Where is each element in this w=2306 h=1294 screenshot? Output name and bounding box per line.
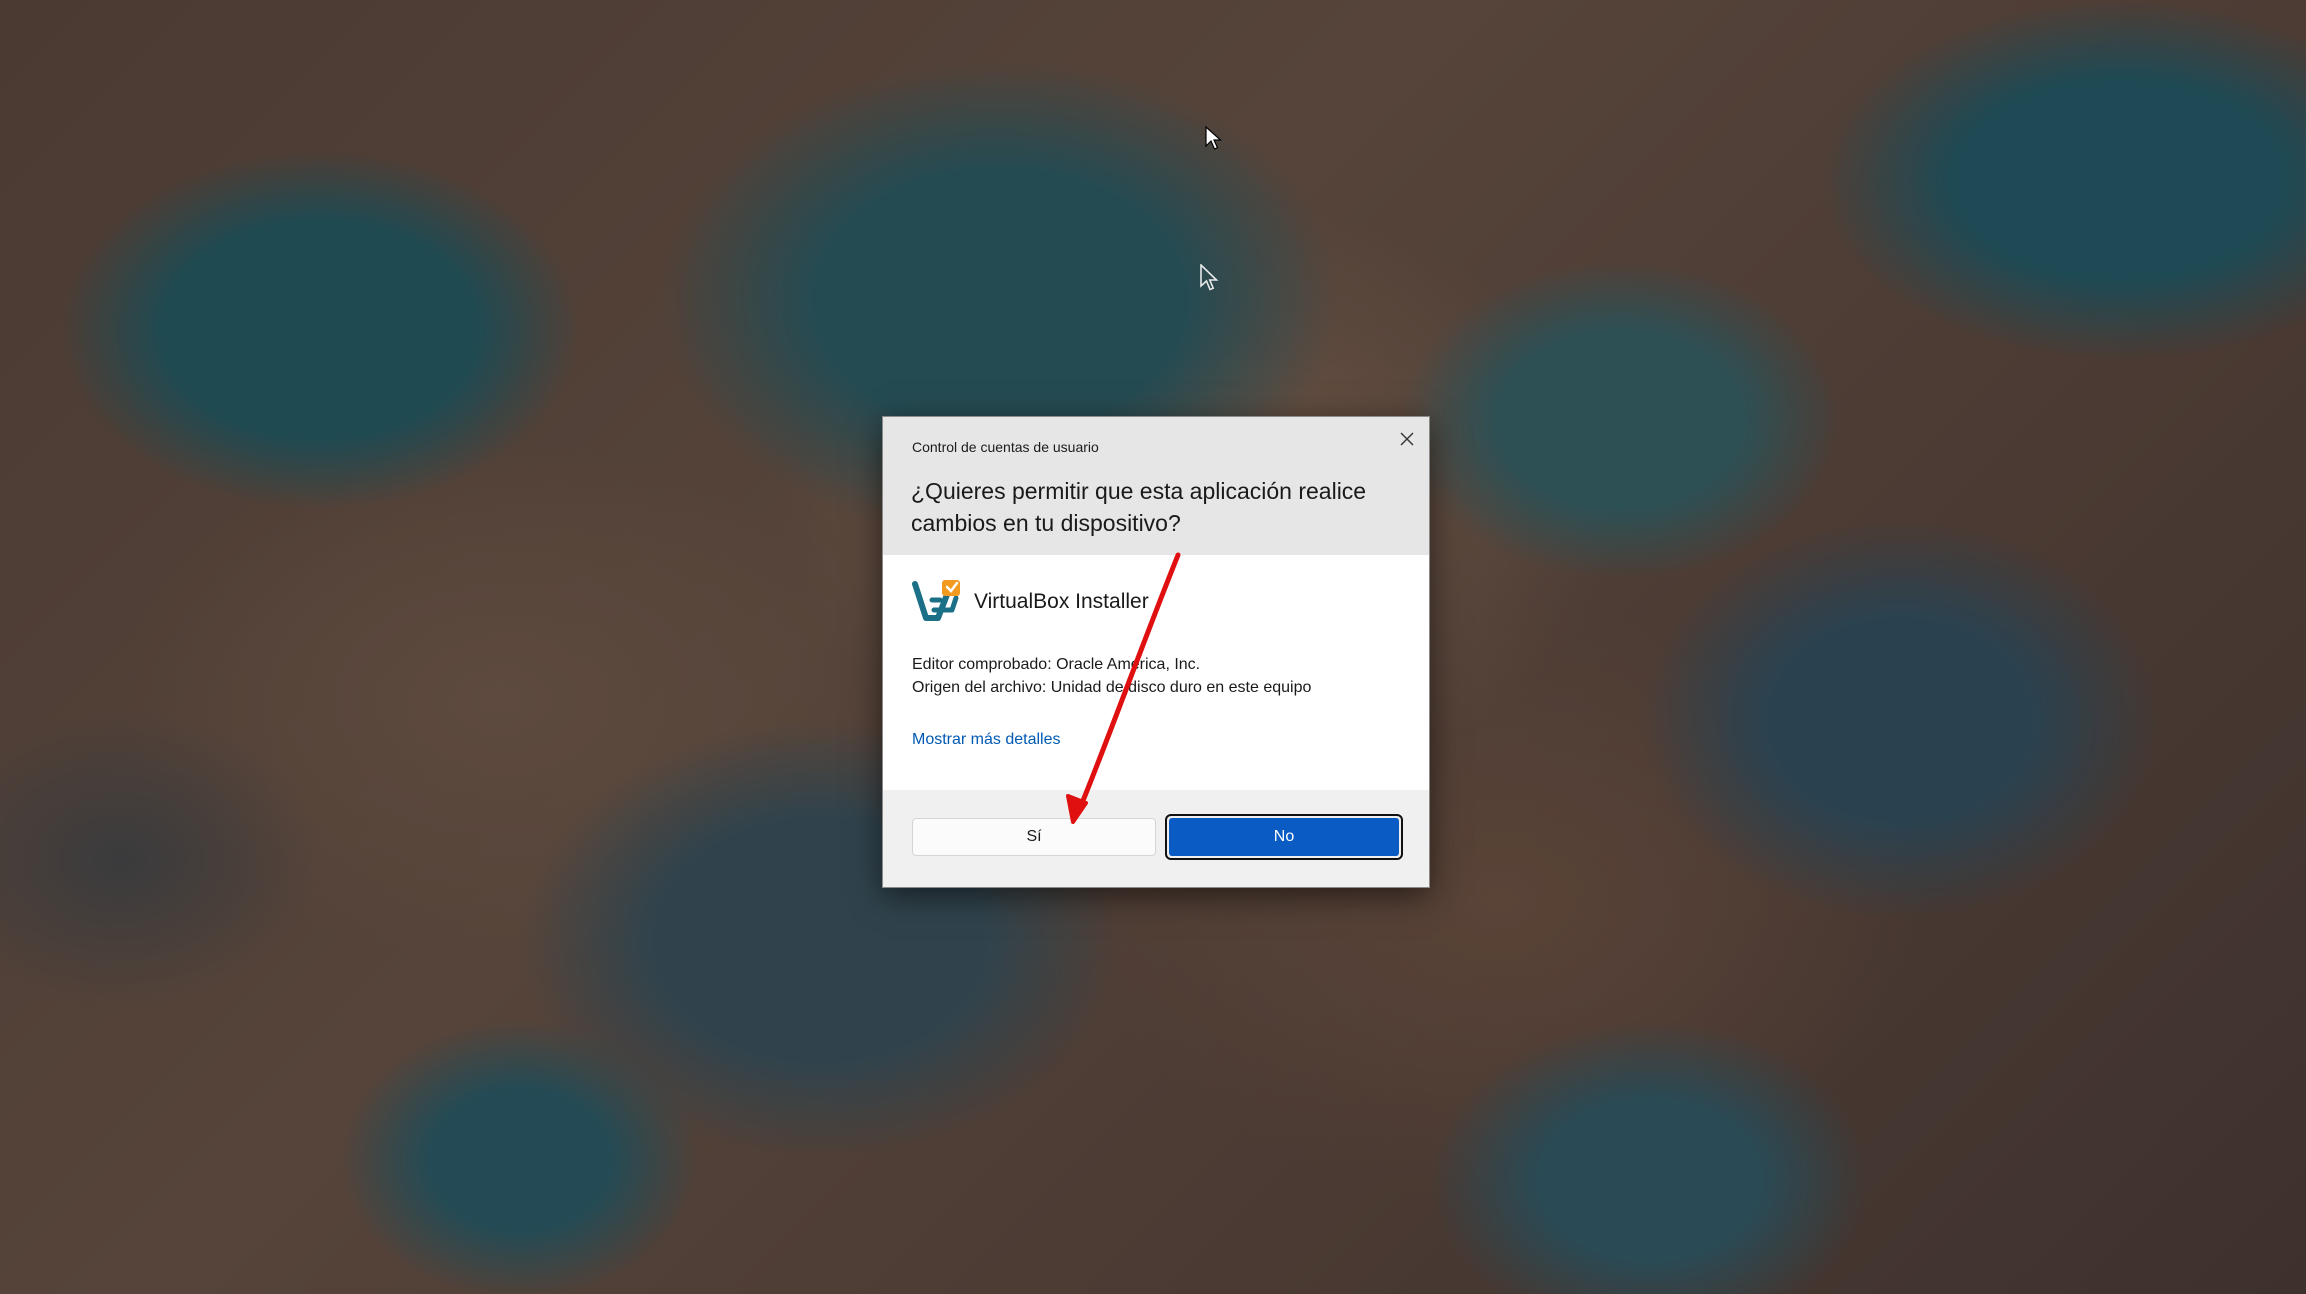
mouse-pointer-icon [1205, 126, 1223, 150]
close-button[interactable] [1393, 425, 1421, 453]
mouse-pointer-icon [1200, 264, 1219, 291]
no-button[interactable]: No [1165, 814, 1403, 860]
dialog-caption: Control de cuentas de usuario [912, 439, 1099, 455]
publisher-line: Editor comprobado: Oracle America, Inc. [912, 656, 1201, 673]
dialog-footer: Sí No [883, 790, 1429, 887]
dialog-header: Control de cuentas de usuario ¿Quieres p… [883, 417, 1429, 555]
show-more-details-link[interactable]: Mostrar más detalles [912, 731, 1061, 749]
publisher-details: Editor comprobado: Oracle America, Inc. … [912, 653, 1311, 699]
no-button-label: No [1169, 818, 1399, 856]
close-icon [1400, 432, 1414, 446]
yes-button[interactable]: Sí [912, 818, 1156, 856]
dialog-question: ¿Quieres permitir que esta aplicación re… [911, 478, 1367, 536]
virtualbox-icon [912, 580, 960, 621]
app-row: VirtualBox Installer [912, 578, 1149, 626]
app-name: VirtualBox Installer [974, 590, 1149, 613]
uac-dialog: Control de cuentas de usuario ¿Quieres p… [882, 416, 1430, 888]
origin-line: Origen del archivo: Unidad de disco duro… [912, 679, 1312, 696]
